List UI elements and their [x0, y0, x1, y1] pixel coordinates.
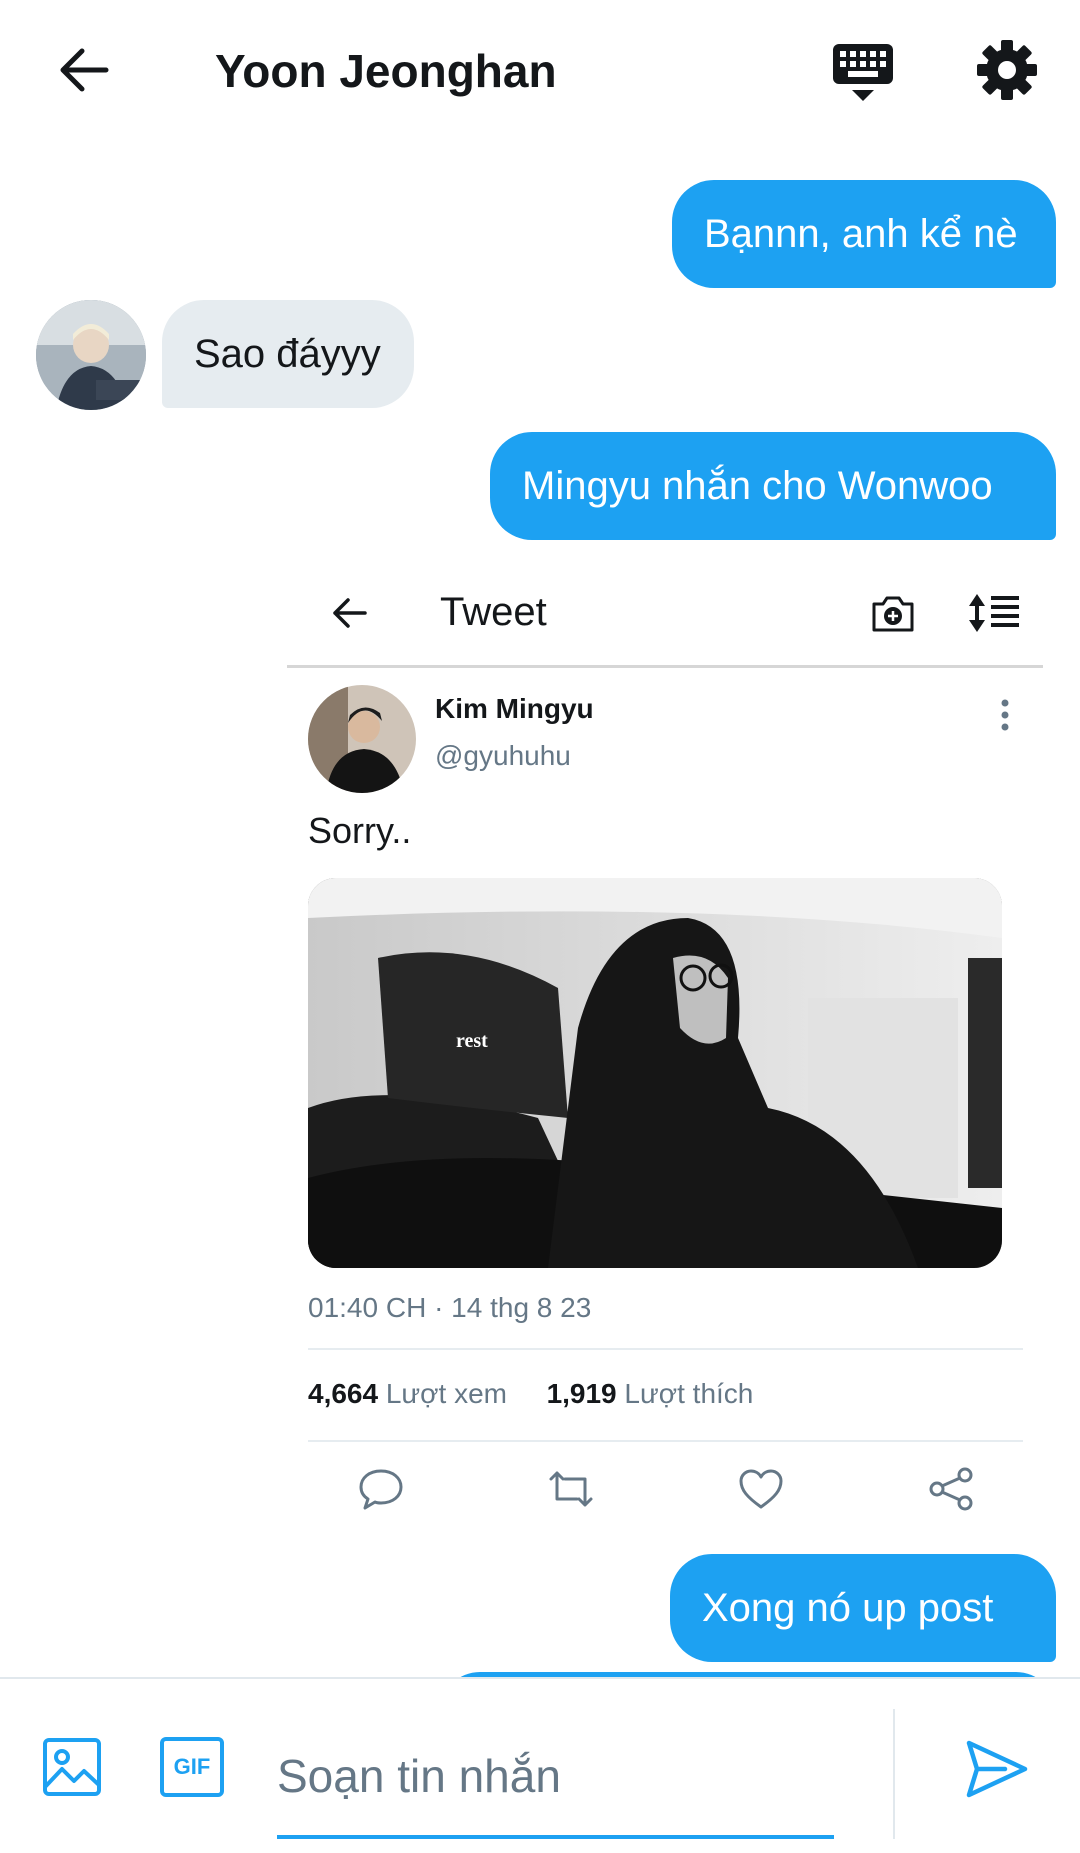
tweet-topbar-title: Tweet — [440, 590, 547, 634]
more-vertical-icon — [1001, 699, 1009, 731]
back-arrow-icon[interactable] — [54, 40, 114, 100]
shared-tweet-screenshot[interactable]: Tweet Kim Mingyu @gyuhuhu Sorry.. rest 0… — [287, 560, 1043, 1520]
share-icon — [929, 1467, 973, 1511]
likes-count: 1,919 — [546, 1378, 617, 1409]
tweet-author-handle: @gyuhuhu — [435, 740, 571, 771]
tweet-topbar: Tweet — [287, 560, 1043, 668]
message-bubble-incoming[interactable]: Sao đáyyy — [162, 300, 414, 408]
contact-avatar[interactable] — [36, 300, 146, 410]
divider — [893, 1709, 895, 1839]
back-arrow-icon — [333, 598, 367, 628]
views-label: Lượt xem — [385, 1378, 507, 1409]
sort-lines-icon — [969, 594, 1019, 632]
message-text: Bạnnn, anh kể nè — [704, 212, 1018, 256]
tweet-timestamp: 01:40 CH · 14 thg 8 23 — [308, 1292, 592, 1323]
contact-avatar-image — [36, 300, 146, 410]
gif-button[interactable]: GIF — [160, 1737, 224, 1797]
conversation-title: Yoon Jeonghan — [215, 45, 557, 97]
image-attach-icon[interactable] — [42, 1737, 102, 1797]
message-input[interactable]: Soạn tin nhắn — [277, 1749, 561, 1803]
message-text: Sao đáyyy — [194, 332, 381, 376]
conversation-header: Yoon Jeonghan — [0, 0, 1080, 150]
camera-plus-icon — [872, 596, 914, 632]
input-underline — [277, 1835, 834, 1839]
divider — [308, 1348, 1023, 1350]
retweet-icon — [549, 1471, 593, 1507]
keyboard-icon[interactable] — [830, 40, 896, 106]
tweet-stats: 4,664 Lượt xem 1,919 Lượt thích — [308, 1378, 753, 1410]
tweet-author-name: Kim Mingyu — [435, 693, 594, 724]
tweet-text: Sorry.. — [308, 810, 412, 851]
tweet-media-photo: rest — [308, 878, 1002, 1268]
views-count: 4,664 — [308, 1378, 379, 1409]
message-text: Xong nó up post — [702, 1586, 994, 1630]
author-photo — [308, 685, 416, 793]
reply-icon — [359, 1469, 403, 1510]
likes-label: Lượt thích — [624, 1378, 754, 1409]
message-bubble-outgoing[interactable]: Bạnnn, anh kể nè — [672, 180, 1056, 288]
gear-icon[interactable] — [975, 38, 1039, 102]
message-composer: GIF Soạn tin nhắn — [0, 1677, 1080, 1853]
message-bubble-outgoing[interactable]: Mingyu nhắn cho Wonwoo — [490, 432, 1056, 540]
message-bubble-outgoing[interactable]: Xong nó up post — [670, 1554, 1056, 1662]
tweet-photo-image — [308, 878, 1002, 1268]
message-text: Mingyu nhắn cho Wonwoo — [522, 464, 993, 508]
divider — [308, 1440, 1023, 1442]
heart-icon — [739, 1469, 783, 1509]
photo-overlay-text: rest — [456, 1030, 488, 1052]
tweet-author-avatar — [308, 685, 416, 793]
send-icon[interactable] — [965, 1737, 1029, 1801]
gif-label: GIF — [173, 1754, 211, 1779]
